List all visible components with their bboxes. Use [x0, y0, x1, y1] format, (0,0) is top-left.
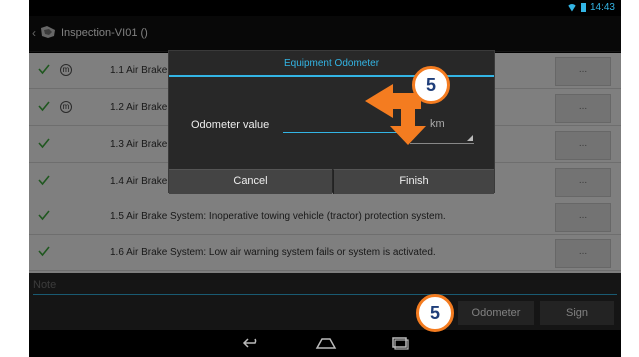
step-callout-dialog: 5	[412, 66, 450, 104]
annotation-arrows	[365, 84, 426, 145]
step-callout-odometer: 5	[416, 294, 454, 332]
